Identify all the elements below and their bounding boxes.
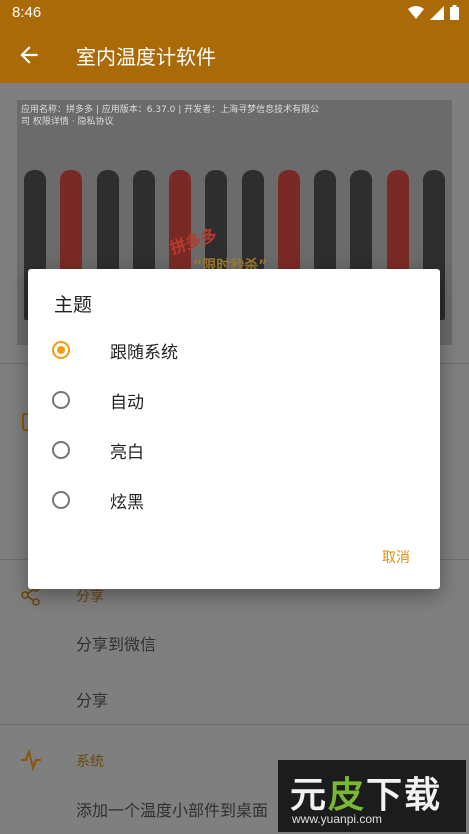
radio-button[interactable] — [52, 391, 70, 409]
radio-button[interactable] — [52, 491, 70, 509]
option-label: 自动 — [110, 392, 144, 413]
divider — [0, 724, 469, 725]
cancel-button[interactable]: 取消 — [382, 547, 410, 567]
signal-icon — [430, 5, 444, 20]
option-label: 炫黑 — [110, 492, 144, 513]
watermark-logo: 元皮下载 www.yuanpi.com — [278, 760, 466, 832]
battery-icon — [450, 5, 459, 20]
watermark-title: 元皮下载 — [290, 775, 443, 816]
theme-dialog: 主题 跟随系统 自动 亮白 炫黑 取消 — [28, 269, 440, 589]
arrow-back-icon[interactable] — [16, 42, 42, 68]
dialog-title: 主题 — [54, 294, 93, 316]
add-widget-item[interactable]: 添加一个温度小部件到桌面 — [76, 797, 268, 821]
wifi-icon — [408, 5, 424, 19]
share-item[interactable]: 分享 — [76, 687, 108, 711]
section-system-label: 系统 — [76, 754, 104, 770]
status-icons — [408, 5, 459, 20]
app-bar: 室内温度计软件 — [0, 27, 469, 83]
status-time: 8:46 — [12, 4, 42, 21]
theme-option-dark[interactable]: 炫黑 — [52, 480, 412, 520]
share-wechat-item[interactable]: 分享到微信 — [76, 631, 156, 655]
activity-icon — [21, 749, 41, 771]
radio-button[interactable] — [52, 441, 70, 459]
theme-option-follow-system[interactable]: 跟随系统 — [52, 330, 412, 370]
radio-button[interactable] — [52, 341, 70, 359]
theme-option-auto[interactable]: 自动 — [52, 380, 412, 420]
option-label: 亮白 — [110, 442, 144, 463]
theme-option-light[interactable]: 亮白 — [52, 430, 412, 470]
page-title: 室内温度计软件 — [76, 45, 216, 69]
ad-info-text: 应用名称：拼多多 | 应用版本：6.37.0 | 开发者：上海寻梦信息技术有限公… — [21, 105, 320, 127]
option-label: 跟随系统 — [110, 342, 178, 363]
section-share-label: 分享 — [76, 589, 104, 605]
watermark-url: www.yuanpi.com — [292, 812, 383, 826]
status-bar: 8:46 — [0, 0, 469, 27]
